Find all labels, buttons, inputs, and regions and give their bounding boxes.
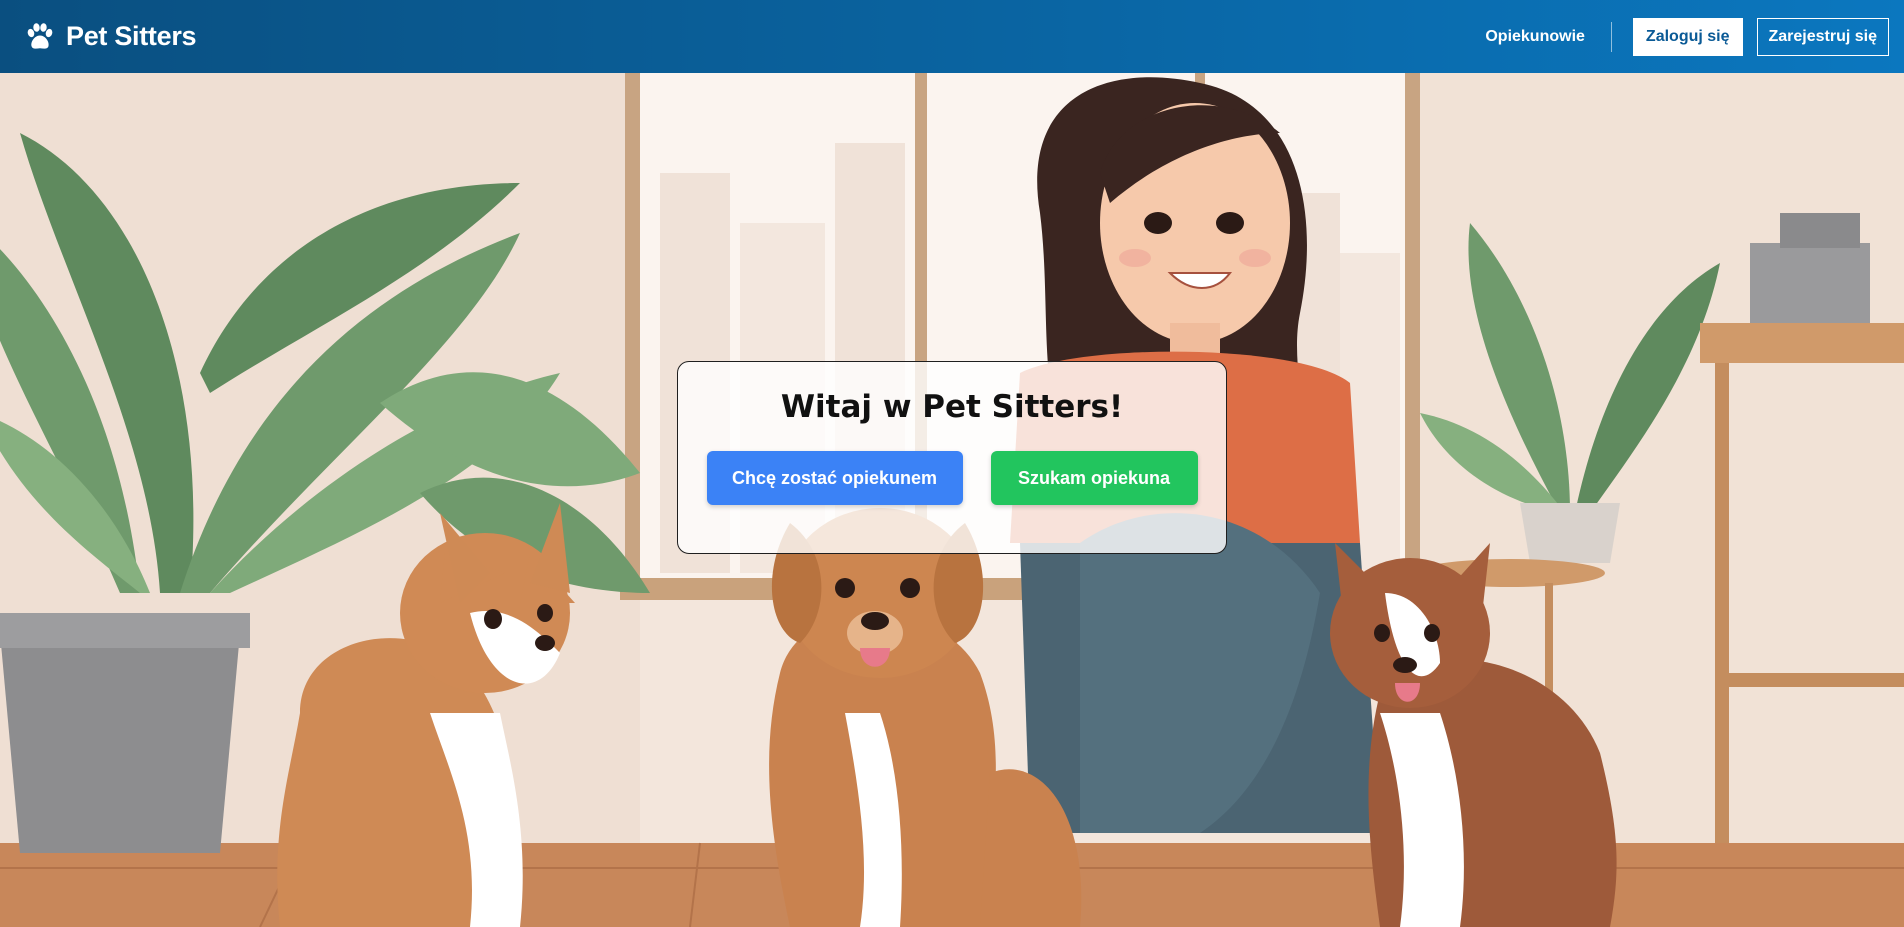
find-sitter-button[interactable]: Szukam opiekuna — [990, 451, 1198, 505]
become-sitter-button[interactable]: Chcę zostać opiekunem — [706, 451, 963, 505]
login-button[interactable]: Zaloguj się — [1632, 17, 1743, 56]
paw-icon — [27, 22, 53, 49]
nav-link-sitters[interactable]: Opiekunowie — [1485, 28, 1611, 46]
register-button[interactable]: Zarejestruj się — [1756, 17, 1889, 56]
brand-name: Pet Sitters — [66, 21, 197, 51]
nav-actions: Opiekunowie Zaloguj się Zarejestruj się — [1485, 17, 1889, 56]
nav-divider — [1610, 21, 1612, 52]
navbar: Pet Sitters Opiekunowie Zaloguj się Zare… — [0, 0, 1904, 73]
card-buttons: Chcę zostać opiekunem Szukam opiekuna — [706, 451, 1198, 505]
welcome-title: Witaj w Pet Sitters! — [780, 389, 1124, 425]
welcome-card: Witaj w Pet Sitters! Chcę zostać opiekun… — [677, 361, 1227, 554]
brand-home-link[interactable]: Pet Sitters — [24, 21, 197, 53]
